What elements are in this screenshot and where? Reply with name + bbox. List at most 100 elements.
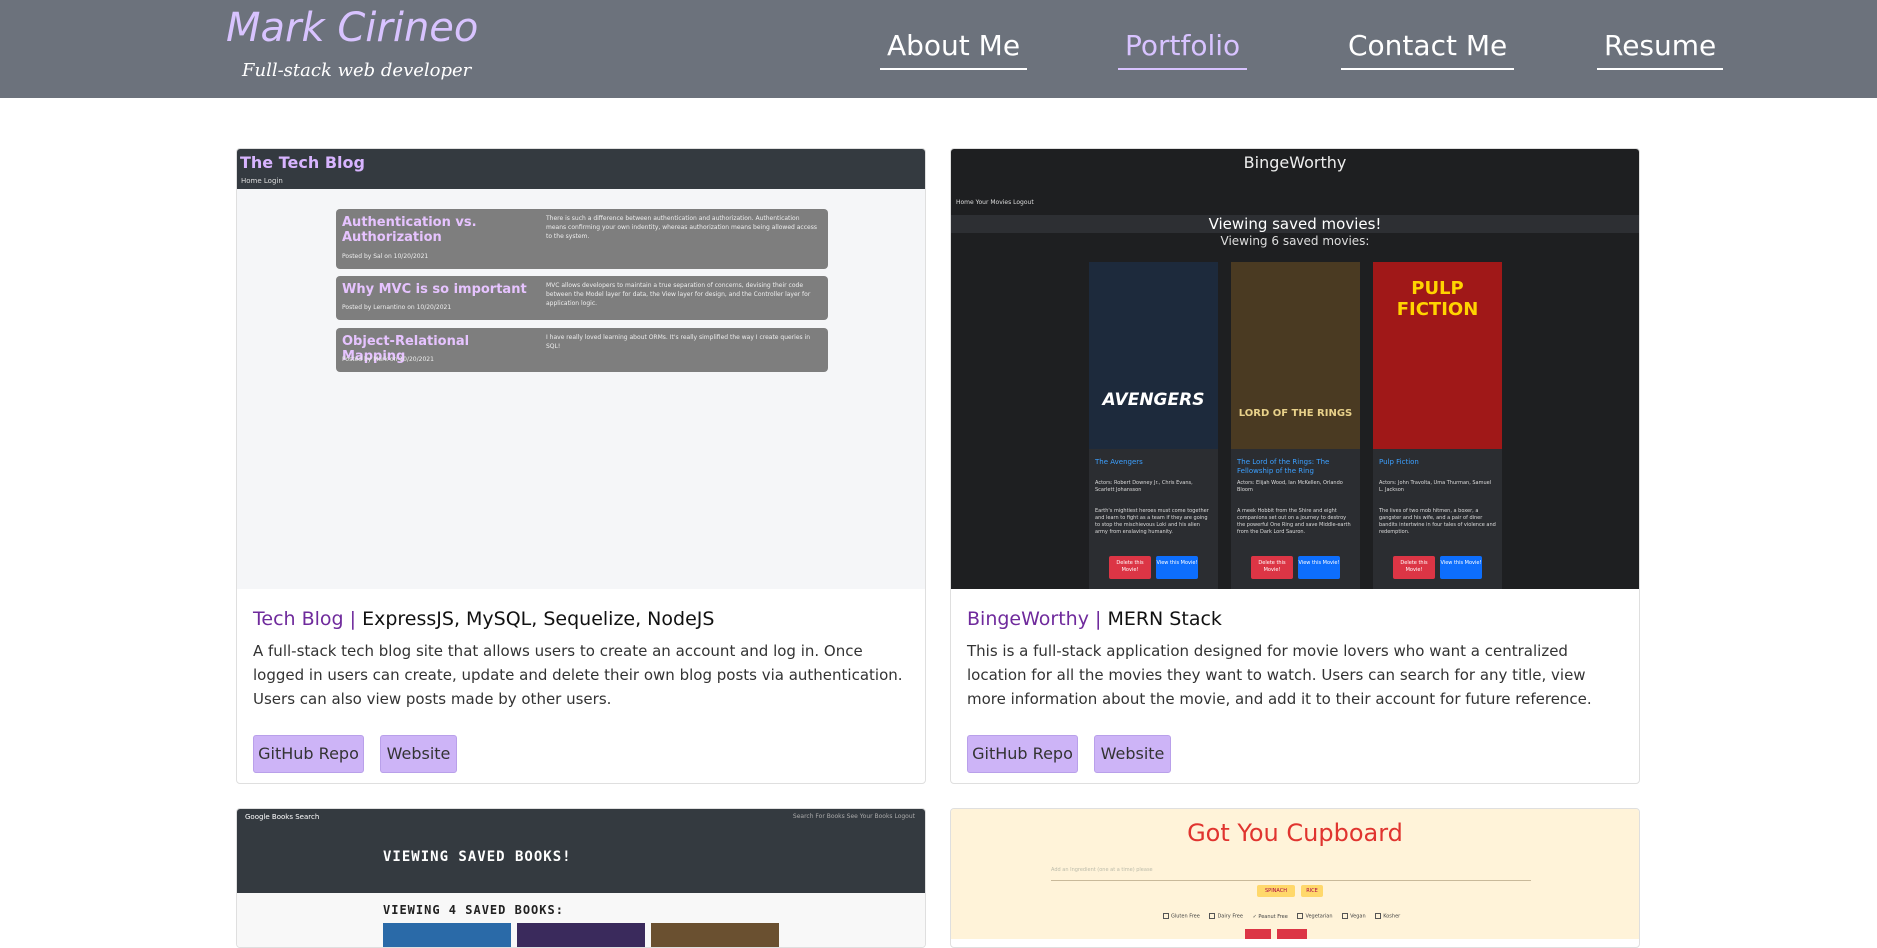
- project-title: BingeWorthy | MERN Stack: [967, 608, 1222, 630]
- preview-brand: BingeWorthy: [1243, 153, 1347, 172]
- delete-movie-button: Delete this Movie!: [1393, 556, 1435, 579]
- movie-poster: PULP FICTION: [1373, 262, 1502, 449]
- delete-movie-button: Delete this Movie!: [1251, 556, 1293, 579]
- project-screenshot[interactable]: Got You Cupboard Add an Ingredient (one …: [951, 809, 1639, 947]
- nav-portfolio[interactable]: Portfolio: [1118, 26, 1248, 70]
- project-card-got-you-cupboard: Got You Cupboard Add an Ingredient (one …: [950, 808, 1640, 948]
- movie-poster: LORD OF THE RINGS: [1231, 262, 1360, 449]
- preview-body: Authentication vs. Authorization Posted …: [237, 189, 925, 589]
- movie-plot: A meek Hobbit from the Shire and eight c…: [1237, 508, 1351, 535]
- movie-title: The Lord of the Rings: The Fellowship of…: [1237, 458, 1330, 475]
- preview-button: [1245, 929, 1271, 939]
- project-tech-stack: ExpressJS, MySQL, Sequelize, NodeJS: [362, 608, 715, 630]
- movie-actors: Actors: Robert Downey Jr., Chris Evans, …: [1095, 480, 1193, 493]
- title-separator: |: [349, 608, 357, 630]
- preview-subheading: Viewing 6 saved movies:: [1220, 234, 1370, 248]
- view-movie-button: View this Movie!: [1156, 556, 1198, 579]
- movie-actors: Actors: Elijah Wood, Ian McKellen, Orlan…: [1237, 480, 1343, 493]
- checkbox-icon: [1209, 913, 1216, 919]
- preview-nav: Home Your Movies Logout: [956, 199, 1034, 206]
- movie-plot: The lives of two mob hitmen, a boxer, a …: [1379, 508, 1496, 535]
- nav-about-me[interactable]: About Me: [880, 26, 1028, 70]
- project-screenshot[interactable]: The Tech Blog Home Login Authentication …: [237, 149, 925, 590]
- project-description: A full-stack tech blog site that allows …: [253, 642, 903, 708]
- movie-plot: Earth's mightiest heroes must come toget…: [1095, 508, 1209, 535]
- preview-post-title: Why MVC is so important: [342, 282, 527, 297]
- preview-title: Got You Cupboard: [1187, 819, 1403, 847]
- site-header: Mark Cirineo Full-stack web developer Ab…: [0, 0, 1877, 98]
- preview-ingredient-input: Add an Ingredient (one at a time) please: [1051, 867, 1531, 881]
- diet-option: Gluten Free: [1163, 913, 1200, 920]
- movie-poster-title: AVENGERS: [1102, 390, 1205, 410]
- site-name: Mark Cirineo: [226, 5, 479, 51]
- diet-option: Dairy Free: [1209, 913, 1243, 920]
- movie-actors: Actors: John Travolta, Uma Thurman, Samu…: [1379, 480, 1492, 493]
- preview-body: BingeWorthy Home Your Movies Logout View…: [951, 149, 1639, 589]
- checkbox-icon: [1163, 913, 1169, 919]
- preview-button: [1277, 929, 1307, 939]
- site-tagline: Full-stack web developer: [242, 60, 472, 81]
- book-cover: [651, 923, 779, 947]
- movie-title: The Avengers: [1095, 458, 1143, 466]
- preview-navbar: The Tech Blog Home Login: [237, 149, 925, 189]
- ingredient-chip: SPINACH: [1257, 885, 1295, 897]
- view-movie-button: View this Movie!: [1298, 556, 1340, 579]
- preview-post-meta: Posted by Sal on 10/20/2021: [342, 253, 429, 260]
- preview-nav: Home Login: [241, 177, 283, 185]
- github-repo-button[interactable]: GitHub Repo: [253, 735, 364, 773]
- project-description: This is a full-stack application designe…: [967, 642, 1592, 708]
- preview-heading: Viewing saved movies!: [1208, 215, 1382, 233]
- check-icon: ✓: [1252, 913, 1257, 920]
- preview-movie-card: AVENGERS The Avengers Actors: Robert Dow…: [1089, 262, 1218, 589]
- movie-title: Pulp Fiction: [1379, 458, 1419, 466]
- project-screenshot[interactable]: BingeWorthy Home Your Movies Logout View…: [951, 149, 1639, 590]
- preview-nav: Search For Books See Your Books Logout: [792, 813, 915, 820]
- diet-option: Vegan: [1342, 913, 1366, 920]
- checkbox-icon: [1342, 913, 1349, 919]
- project-tech-stack: MERN Stack: [1107, 608, 1222, 630]
- ingredient-chip: RICE: [1301, 885, 1323, 897]
- diet-option: ✓ Peanut Free: [1252, 913, 1288, 920]
- project-card-google-books: Google Books Search Search For Books See…: [236, 808, 926, 948]
- preview-post: Why MVC is so important Posted by Lernan…: [336, 276, 828, 320]
- movie-poster: AVENGERS: [1089, 262, 1218, 449]
- website-button[interactable]: Website: [380, 735, 457, 773]
- preview-post-meta: Posted by Lernantino on 10/20/2021: [342, 304, 452, 311]
- project-title: Tech Blog | ExpressJS, MySQL, Sequelize,…: [253, 608, 714, 630]
- preview-movie-card: LORD OF THE RINGS The Lord of the Rings:…: [1231, 262, 1360, 589]
- preview-post-meta: Posted by Mark on 10/20/2021: [342, 356, 434, 363]
- preview-heading: VIEWING SAVED BOOKS!: [383, 849, 572, 865]
- preview-post-body: MVC allows developers to maintain a true…: [546, 282, 811, 307]
- preview-post-body: I have really loved learning about ORMs.…: [546, 334, 811, 350]
- preview-movie-card: PULP FICTION Pulp Fiction Actors: John T…: [1373, 262, 1502, 589]
- checkbox-icon: [1297, 913, 1304, 919]
- title-separator: |: [1095, 608, 1102, 630]
- project-name: BingeWorthy: [967, 608, 1089, 630]
- github-repo-button[interactable]: GitHub Repo: [967, 735, 1078, 773]
- preview-post-body: There is such a difference between authe…: [546, 215, 817, 240]
- project-card-tech-blog: The Tech Blog Home Login Authentication …: [236, 148, 926, 784]
- diet-option: Vegetarian: [1297, 913, 1333, 920]
- diet-option: Kosher: [1375, 913, 1400, 920]
- preview-body: Got You Cupboard Add an Ingredient (one …: [951, 809, 1639, 939]
- project-name: Tech Blog: [253, 608, 344, 630]
- diet-checkboxes: Gluten Free Dairy Free ✓ Peanut Free Veg…: [1163, 913, 1408, 920]
- preview-post: Authentication vs. Authorization Posted …: [336, 209, 828, 269]
- movie-poster-title: LORD OF THE RINGS: [1238, 408, 1353, 419]
- delete-movie-button: Delete this Movie!: [1109, 556, 1151, 579]
- nav-contact-me[interactable]: Contact Me: [1341, 26, 1515, 70]
- book-cover: [517, 923, 645, 947]
- preview-brand: The Tech Blog: [240, 153, 365, 172]
- book-cover: [383, 923, 511, 947]
- website-button[interactable]: Website: [1094, 735, 1171, 773]
- preview-header: Google Books Search Search For Books See…: [237, 809, 925, 893]
- preview-brand: Google Books Search: [245, 813, 320, 821]
- project-screenshot[interactable]: Google Books Search Search For Books See…: [237, 809, 925, 947]
- project-card-bingeworthy: BingeWorthy Home Your Movies Logout View…: [950, 148, 1640, 784]
- view-movie-button: View this Movie!: [1440, 556, 1482, 579]
- preview-post: Object-Relational Mapping Posted by Mark…: [336, 328, 828, 372]
- preview-post-title: Authentication vs. Authorization: [342, 215, 477, 245]
- nav-resume[interactable]: Resume: [1597, 26, 1724, 70]
- preview-subheading: VIEWING 4 SAVED BOOKS:: [383, 903, 564, 917]
- movie-poster-title: PULP FICTION: [1396, 278, 1479, 320]
